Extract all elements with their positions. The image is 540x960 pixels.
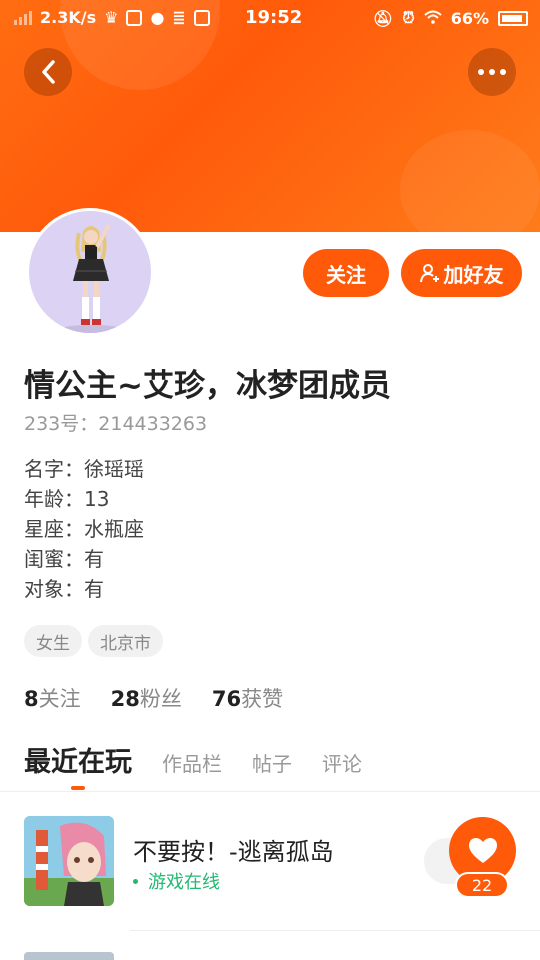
battery-percent: 66%	[450, 8, 489, 28]
planet-icon: ●	[150, 8, 165, 27]
bio-line: 年龄：13	[24, 487, 110, 511]
tab-indicator	[71, 786, 85, 790]
clock: 19:52	[245, 7, 303, 28]
nickname: 情公主~艾珍，冰梦团成员	[24, 368, 391, 404]
game-title: 不要按！-逃离孤岛	[133, 838, 334, 866]
mute-icon: 🔕︎	[372, 8, 394, 28]
back-button[interactable]	[24, 48, 72, 96]
tag-list: 女生 北京市	[24, 625, 163, 657]
row-divider	[130, 930, 540, 931]
online-dot-icon	[133, 878, 138, 884]
game-thumbnail	[24, 816, 114, 906]
more-dots-icon	[478, 69, 506, 75]
tab-bar: 最近在玩 作品栏 帖子 评论	[24, 740, 362, 779]
tab-comments[interactable]: 评论	[322, 748, 362, 777]
alarm-icon: ⏰︎	[402, 8, 415, 27]
stats: 8关注 28粉丝 76获赞	[24, 683, 283, 713]
profile-page: 2.3K/s ♛ ● ≣ 19:52 🔕︎ ⏰︎ 66% 关注 加好友 情公主~…	[0, 0, 540, 960]
game-thumbnail	[24, 952, 114, 960]
add-friend-button[interactable]: 加好友	[401, 249, 522, 297]
battery-icon	[498, 10, 528, 26]
tab-posts[interactable]: 帖子	[252, 748, 292, 777]
bio: 名字：徐瑶瑶 年龄：13 星座：水瓶座 闺蜜：有 对象：有	[24, 454, 144, 604]
app-icon	[126, 9, 143, 26]
follow-button[interactable]: 关注	[303, 249, 389, 297]
network-speed: 2.3K/s	[40, 8, 97, 27]
bio-line: 闺蜜：有	[24, 547, 104, 571]
s-app-icon	[193, 9, 210, 26]
avatar-image	[61, 224, 121, 333]
status-bar: 2.3K/s ♛ ● ≣ 19:52 🔕︎ ⏰︎ 66%	[0, 0, 540, 36]
bio-line: 名字：徐瑶瑶	[24, 457, 144, 481]
wifi-icon	[424, 9, 442, 28]
bio-line: 对象：有	[24, 577, 104, 601]
like-count-badge: 22	[455, 872, 509, 898]
bio-line: 星座：水瓶座	[24, 517, 144, 541]
signal-icon	[14, 10, 32, 25]
stat-likes: 76获赞	[211, 687, 284, 711]
game-status-label: 游戏在线	[148, 872, 220, 893]
divider	[0, 791, 540, 792]
database-icon: ≣	[172, 8, 186, 27]
add-user-icon	[419, 264, 439, 283]
tag-gender: 女生	[24, 625, 82, 657]
tag-city: 北京市	[88, 625, 163, 657]
more-button[interactable]	[468, 48, 516, 96]
tab-recently-played[interactable]: 最近在玩	[24, 740, 132, 779]
stat-following[interactable]: 8关注	[24, 683, 81, 713]
avatar[interactable]	[26, 208, 154, 336]
crown-icon: ♛	[104, 8, 119, 27]
user-id: 233号：214433263	[24, 413, 208, 435]
add-friend-label: 加好友	[443, 262, 504, 287]
chevron-left-icon	[42, 60, 55, 84]
tab-works[interactable]: 作品栏	[162, 748, 222, 777]
heart-icon	[468, 838, 497, 863]
stat-followers[interactable]: 28粉丝	[111, 683, 182, 713]
game-status: 游戏在线	[133, 868, 220, 894]
